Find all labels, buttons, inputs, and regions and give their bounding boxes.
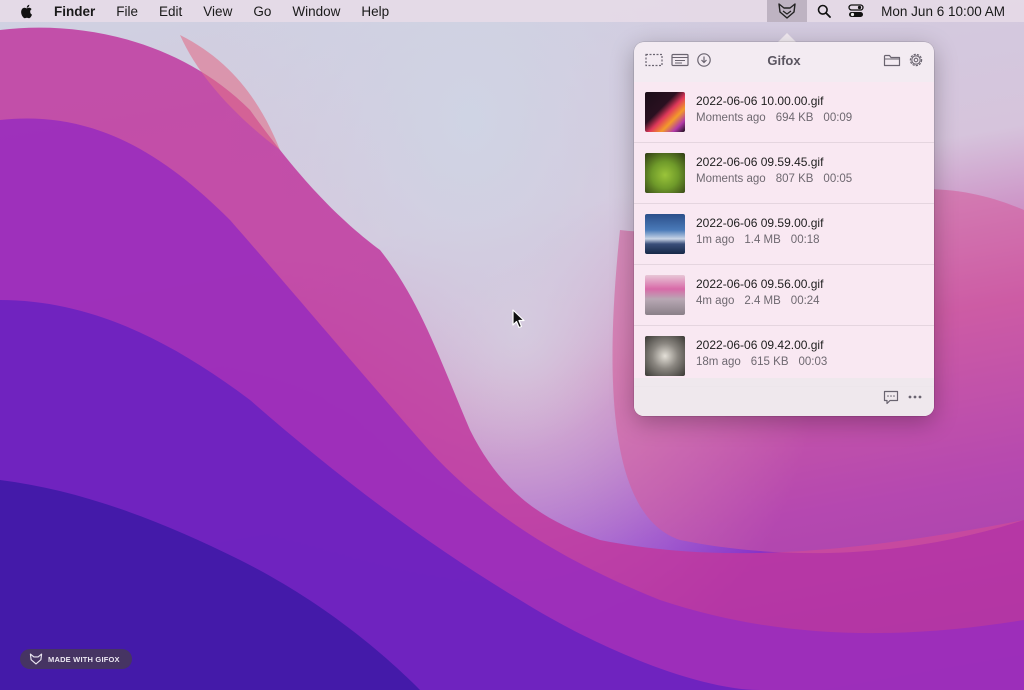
recording-thumbnail xyxy=(645,275,685,315)
badge-label: MADE WITH GIFOX xyxy=(48,654,120,664)
menu-view[interactable]: View xyxy=(203,4,232,19)
menu-bar: Finder File Edit View Go Window Help Mon… xyxy=(0,0,1024,22)
mouse-cursor-icon xyxy=(512,309,525,329)
apple-icon[interactable] xyxy=(18,2,36,20)
menu-file[interactable]: File xyxy=(116,4,138,19)
recording-size: 694 KB xyxy=(775,112,814,124)
open-folder-button[interactable] xyxy=(883,52,901,68)
control-center-button[interactable] xyxy=(845,0,867,22)
gear-icon xyxy=(909,53,923,67)
recording-age: Moments ago xyxy=(696,173,766,185)
recording-duration: 00:18 xyxy=(790,234,820,246)
feedback-button[interactable] xyxy=(882,389,900,405)
recording-row[interactable]: 2022-06-06 09.56.00.gif 4m ago 2.4 MB 00:2… xyxy=(634,265,934,326)
recording-thumbnail xyxy=(645,214,685,254)
folder-icon xyxy=(883,54,901,67)
recording-filename: 2022-06-06 09.59.45.gif xyxy=(696,155,824,169)
recording-meta: 4m ago 2.4 MB 00:24 xyxy=(696,295,830,307)
gifox-popover: Gifox 2022-06-06 10.00.00.gif Moments ag… xyxy=(634,42,934,416)
feedback-icon xyxy=(883,390,899,404)
recording-size: 615 KB xyxy=(750,356,789,368)
popover-header: Gifox xyxy=(634,42,934,79)
recording-filename: 2022-06-06 10.00.00.gif xyxy=(696,94,824,108)
control-center-icon xyxy=(848,4,864,17)
recording-size: 1.4 MB xyxy=(744,234,781,246)
recording-duration: 00:05 xyxy=(823,173,853,185)
recording-row[interactable]: 2022-06-06 10.00.00.gif Moments ago 694 K… xyxy=(634,82,934,143)
more-button[interactable] xyxy=(906,389,924,405)
recording-age: 1m ago xyxy=(696,234,735,246)
recording-filename: 2022-06-06 09.59.00.gif xyxy=(696,216,824,230)
recording-row[interactable]: 2022-06-06 09.59.00.gif 1m ago 1.4 MB 00:1… xyxy=(634,204,934,265)
menu-help[interactable]: Help xyxy=(361,4,389,19)
recording-age: 18m ago xyxy=(696,356,741,368)
more-icon xyxy=(908,395,922,399)
recording-age: Moments ago xyxy=(696,112,766,124)
gifox-status-item[interactable] xyxy=(767,0,808,22)
recording-size: 2.4 MB xyxy=(744,295,781,307)
spotlight-button[interactable] xyxy=(813,0,835,22)
recording-meta: 18m ago 615 KB 00:03 xyxy=(696,356,837,368)
recording-thumbnail xyxy=(645,153,685,193)
recording-duration: 00:24 xyxy=(790,295,820,307)
recording-age: 4m ago xyxy=(696,295,735,307)
recording-meta: Moments ago 694 KB 00:09 xyxy=(696,112,862,124)
menubar-clock[interactable]: Mon Jun 6 10:00 AM xyxy=(881,4,1005,19)
settings-button[interactable] xyxy=(907,52,925,68)
popover-footer xyxy=(634,378,934,416)
recording-thumbnail xyxy=(645,336,685,376)
recording-meta: Moments ago 807 KB 00:05 xyxy=(696,173,862,185)
menu-edit[interactable]: Edit xyxy=(159,4,182,19)
search-icon xyxy=(817,4,832,18)
made-with-gifox-badge: MADE WITH GIFOX xyxy=(20,649,132,669)
gifox-status-icon xyxy=(778,3,796,19)
recording-duration: 00:09 xyxy=(823,112,853,124)
recording-filename: 2022-06-06 09.42.00.gif xyxy=(696,338,824,352)
recording-size: 807 KB xyxy=(775,173,814,185)
recording-duration: 00:03 xyxy=(798,356,828,368)
menu-app-name[interactable]: Finder xyxy=(54,4,95,19)
recording-filename: 2022-06-06 09.56.00.gif xyxy=(696,277,824,291)
gifox-logo-icon xyxy=(29,653,43,665)
recording-row[interactable]: 2022-06-06 09.59.45.gif Moments ago 807 K… xyxy=(634,143,934,204)
recording-thumbnail xyxy=(645,92,685,132)
menu-go[interactable]: Go xyxy=(253,4,271,19)
recording-meta: 1m ago 1.4 MB 00:18 xyxy=(696,234,830,246)
recordings-list: 2022-06-06 10.00.00.gif Moments ago 694 K… xyxy=(634,82,934,387)
menu-window[interactable]: Window xyxy=(292,4,340,19)
